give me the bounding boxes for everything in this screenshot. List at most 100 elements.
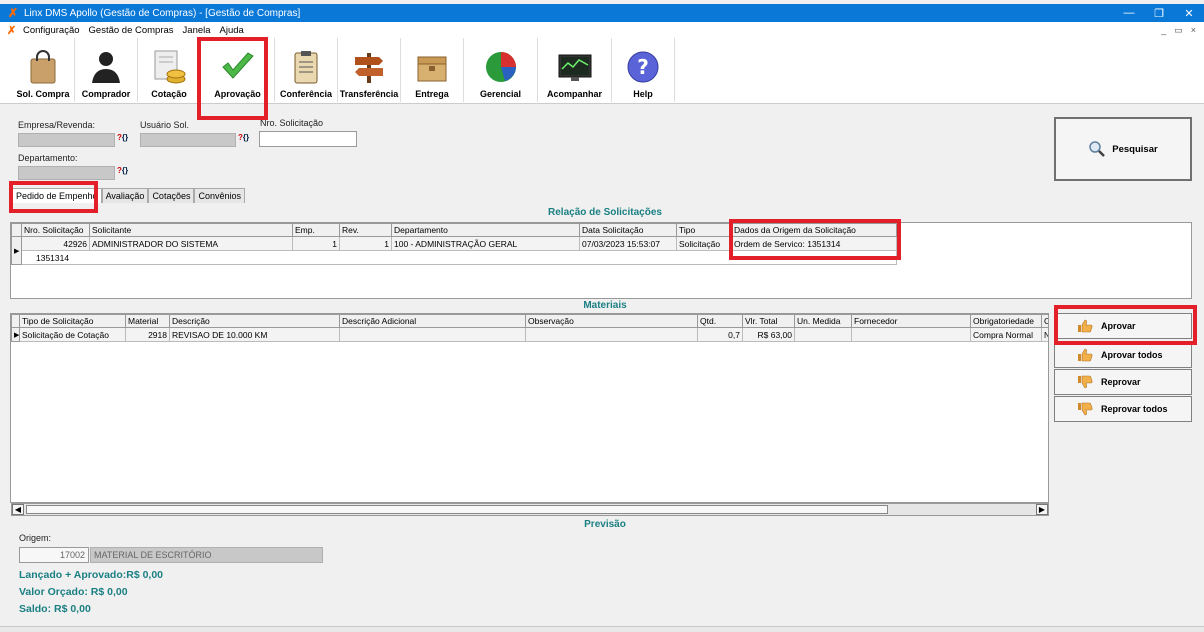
aprovar-todos-button[interactable]: Aprovar todos	[1054, 342, 1192, 368]
cell-descricao[interactable]: REVISAO DE 10.000 KM	[169, 327, 340, 342]
lancado-aprovado-total: Lançado + Aprovado:R$ 0,00	[19, 569, 164, 581]
cell-solicitante[interactable]: ADMINISTRADOR DO SISTEMA	[89, 236, 293, 251]
toolbar-label: Gerencial	[479, 89, 522, 99]
column-header[interactable]: Qtd.	[697, 314, 743, 328]
toolbar-help-button[interactable]: ? Help	[612, 38, 675, 102]
materiais-grid: Tipo de Solicitação Material Descrição D…	[10, 313, 1049, 503]
aprovar-todos-label: Aprovar todos	[1101, 350, 1163, 360]
cell-departamento[interactable]: 100 - ADMINISTRAÇÃO GERAL	[391, 236, 580, 251]
toolbar-cotacao-button[interactable]: Cotação	[138, 38, 201, 102]
menu-ajuda[interactable]: Ajuda	[220, 25, 244, 36]
toolbar-entrega-button[interactable]: Entrega	[401, 38, 464, 102]
reprovar-button[interactable]: Reprovar	[1054, 369, 1192, 395]
toolbar-label: Entrega	[415, 89, 449, 99]
toolbar-sol-compra-button[interactable]: Sol. Compra	[12, 38, 75, 102]
highlight-aprovar	[1054, 305, 1197, 345]
cell-co[interactable]: N	[1041, 327, 1048, 342]
usuario-sol-field[interactable]	[140, 133, 236, 147]
close-button[interactable]: ✕	[1174, 7, 1204, 20]
tab-convenios[interactable]: Convênios	[194, 188, 245, 203]
tab-avaliacao[interactable]: Avaliação	[101, 188, 149, 203]
column-header[interactable]: Descrição	[169, 314, 340, 328]
toolbar-acompanhar-button[interactable]: Acompanhar	[538, 38, 612, 102]
cell-obrigatoriedade[interactable]: Compra Normal	[970, 327, 1042, 342]
column-header[interactable]: Observação	[525, 314, 698, 328]
cell-descricao-adicional[interactable]	[339, 327, 526, 342]
cell-observacao[interactable]	[525, 327, 698, 342]
menu-gestao-de-compras[interactable]: Gestão de Compras	[89, 25, 174, 36]
previsao-section-title: Previsão	[584, 519, 626, 530]
cell-tipo[interactable]: Solicitação	[676, 236, 732, 251]
tab-cotacoes[interactable]: Cotações	[148, 188, 195, 203]
column-header[interactable]: Solicitante	[89, 223, 293, 237]
restore-button[interactable]: ❐	[1144, 7, 1174, 20]
highlight-aprovacao	[197, 37, 268, 120]
app-logo-icon: ✗	[7, 24, 17, 37]
toolbar-gerencial-button[interactable]: Gerencial	[464, 38, 538, 102]
column-header[interactable]: Nro. Solicitação	[21, 223, 90, 237]
column-header[interactable]: Tipo	[676, 223, 732, 237]
column-header[interactable]: Fornecedor	[851, 314, 971, 328]
column-header[interactable]: Un. Medida	[794, 314, 852, 328]
minimize-button[interactable]: —	[1114, 7, 1144, 19]
scroll-right-icon[interactable]: ▶	[1036, 504, 1048, 515]
mdi-restore-button[interactable]: ▭	[1174, 25, 1183, 36]
mdi-close-button[interactable]: ×	[1191, 25, 1196, 36]
column-header[interactable]: Emp.	[292, 223, 340, 237]
cell-fornecedor[interactable]	[851, 327, 971, 342]
cell-qtd[interactable]: 0,7	[697, 327, 743, 342]
menu-bar: ✗ Configuração Gestão de Compras Janela …	[0, 22, 1204, 38]
column-header[interactable]: Rev.	[339, 223, 392, 237]
saldo-total: Saldo: R$ 0,00	[19, 603, 91, 615]
cell-vlr-total[interactable]: R$ 63,00	[742, 327, 795, 342]
menu-janela[interactable]: Janela	[183, 25, 211, 36]
reprovar-label: Reprovar	[1101, 377, 1141, 387]
column-header[interactable]: Data Solicitação	[579, 223, 677, 237]
toolbar-comprador-button[interactable]: Comprador	[75, 38, 138, 102]
menu-configuracao[interactable]: Configuração	[23, 25, 80, 36]
column-header[interactable]: Descrição Adicional	[339, 314, 526, 328]
pesquisar-button[interactable]: Pesquisar	[1054, 117, 1192, 181]
column-header[interactable]: Co	[1041, 314, 1048, 328]
scroll-left-icon[interactable]: ◀	[12, 504, 24, 515]
solicitacoes-grid: Nro. Solicitação Solicitante Emp. Rev. D…	[10, 222, 1192, 299]
empresa-lookup-button[interactable]: ?{}	[117, 133, 133, 147]
empresa-revenda-field[interactable]	[18, 133, 115, 147]
toolbar-label: Acompanhar	[546, 89, 602, 99]
departamento-lookup-button[interactable]: ?{}	[117, 166, 133, 180]
solicitacoes-section-title: Relação de Solicitações	[548, 207, 662, 218]
column-header[interactable]: Vlr. Total	[742, 314, 795, 328]
column-header[interactable]: Tipo de Solicitação	[19, 314, 126, 328]
departamento-field[interactable]	[18, 166, 115, 180]
magnifier-icon	[1089, 141, 1106, 157]
origem-code-field[interactable]: 17002	[19, 547, 89, 563]
table-row[interactable]: ▶ Solicitação de Cotação 2918 REVISAO DE…	[11, 327, 1048, 342]
reprovar-todos-button[interactable]: Reprovar todos	[1054, 396, 1192, 422]
cell-data-solicitacao[interactable]: 07/03/2023 15:53:07	[579, 236, 677, 251]
cell-rev[interactable]: 1	[339, 236, 392, 251]
cell-un-medida[interactable]	[794, 327, 852, 342]
toolbar-transferencia-button[interactable]: Transferência	[338, 38, 401, 102]
materiais-horizontal-scrollbar[interactable]: ◀ ▶	[11, 503, 1049, 516]
toolbar-conferencia-button[interactable]: Conferência	[275, 38, 338, 102]
toolbar-label: Transferência	[339, 89, 399, 99]
cell-emp[interactable]: 1	[292, 236, 340, 251]
toolbar-label: Sol. Compra	[16, 89, 70, 99]
row-indicator-icon: ▶	[11, 236, 22, 265]
usuario-lookup-button[interactable]: ?{}	[238, 133, 254, 147]
main-toolbar: Sol. Compra Comprador Cotação Aprovação …	[0, 38, 1204, 104]
cell-material[interactable]: 2918	[125, 327, 170, 342]
cell-tipo-solicitacao[interactable]: Solicitação de Cotação	[19, 327, 126, 342]
pie-chart-icon	[485, 52, 516, 82]
shopping-bag-icon	[30, 50, 56, 84]
cell-nro-solicitacao[interactable]: 42926	[21, 236, 90, 251]
column-header[interactable]: Material	[125, 314, 170, 328]
column-header[interactable]: Departamento	[391, 223, 580, 237]
valor-orcado-total: Valor Orçado: R$ 0,00	[19, 586, 128, 598]
thumbs-up-icon	[1078, 348, 1093, 362]
nro-solicitacao-input[interactable]	[259, 131, 357, 147]
mdi-minimize-button[interactable]: _	[1161, 25, 1166, 36]
scroll-thumb[interactable]	[26, 505, 888, 514]
column-header[interactable]: Obrigatoriedade	[970, 314, 1042, 328]
reprovar-todos-label: Reprovar todos	[1101, 404, 1168, 414]
